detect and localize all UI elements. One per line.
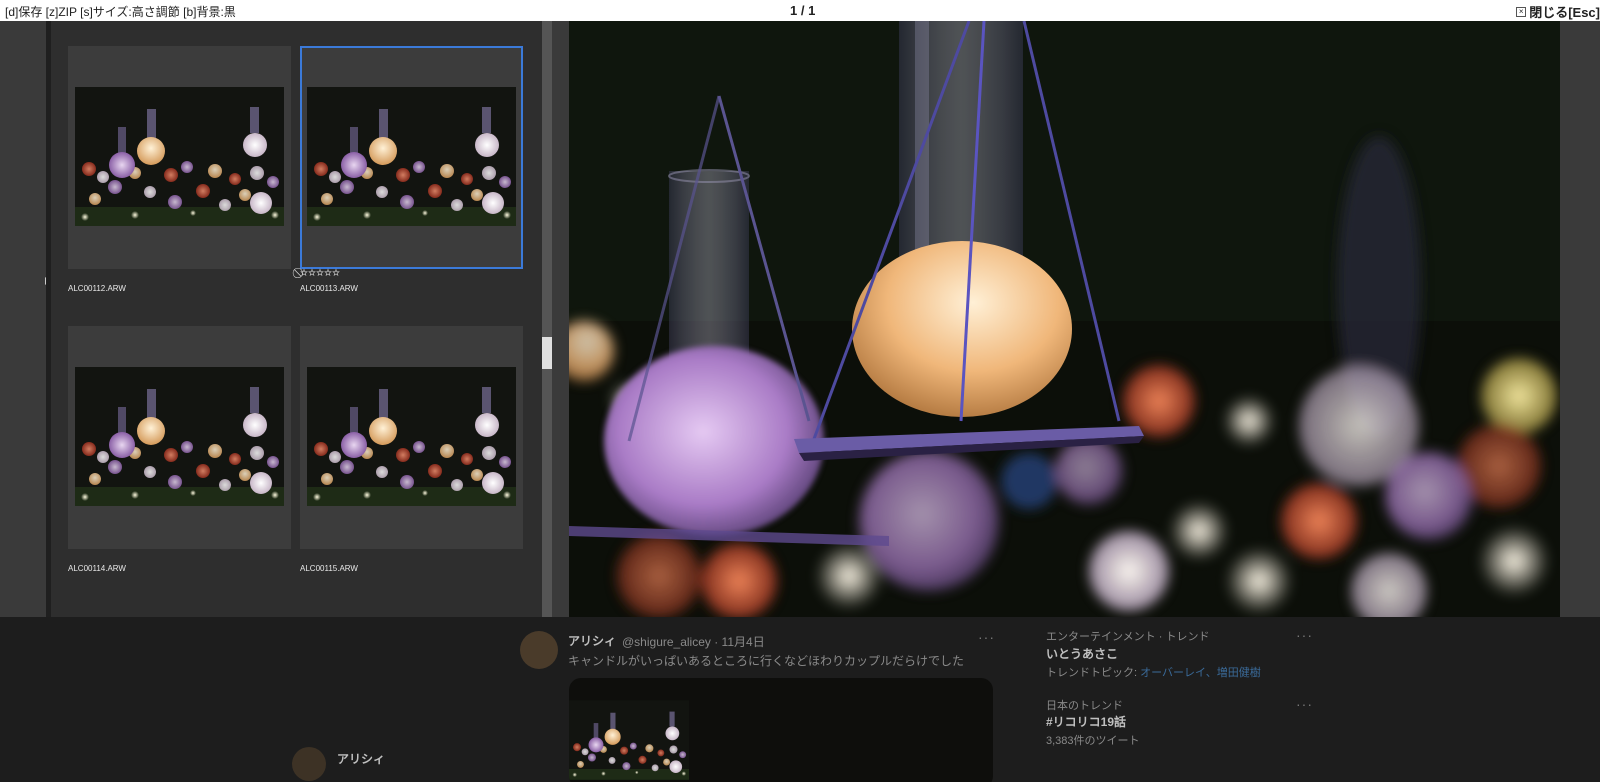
trend-topic: トレンドトピック: オーバーレイ、増田健樹 [1046,667,1261,679]
viewer-right-margin [1560,21,1600,617]
avatar [292,747,326,781]
keyboard-shortcut-hint: [d]保存 [z]ZIP [s]サイズ:高さ調節 [b]背景:黒 [5,5,236,19]
trend-title: #リコリコ19話 [1046,715,1127,729]
thumbnail-filename: ALC00115.ARW [300,564,358,573]
thumbnail-image [75,367,284,506]
image-counter: 1 / 1 [790,3,816,18]
thumbnail-grid-panel: ALC00112.ARW ⃠☆☆☆☆☆ ALC00113.ARW ALC0011… [46,21,552,617]
thumbnail-card-selected[interactable] [300,46,523,269]
thumbnail-image [307,87,516,226]
background-page: アリシィ @shigure_alicey · 11月4日 ··· キャンドルがい… [0,617,1600,782]
trend-count: 3,383件のツイート [1046,735,1140,747]
thumbnail-card[interactable] [68,326,291,549]
lantern-photo [569,21,1560,617]
tweet-media [569,678,993,782]
tweet-handle-date: @shigure_alicey · 11月4日 [622,635,765,649]
close-button[interactable]: × 閉じる[Esc] [1516,2,1600,21]
thumbnail-filename: ALC00112.ARW [68,284,126,293]
tweet-author: アリシィ [568,634,617,648]
thumbnail-filename: ALC00113.ARW [300,284,358,293]
thumbnail-card[interactable] [68,46,291,269]
rating-stars[interactable]: ⃠☆☆☆☆☆ [300,268,340,279]
trend-title: いとうあさこ [1046,647,1119,661]
tweet-author: アリシィ [337,752,386,766]
avatar [520,631,558,669]
tweet-text: キャンドルがいっぱいあるところに行くなどほわりカップルだらけでした [568,654,965,668]
more-icon: ··· [978,629,995,645]
thumbnail-image [75,87,284,226]
viewer-toolbar: [d]保存 [z]ZIP [s]サイズ:高さ調節 [b]背景:黒 1 / 1 ×… [0,0,1600,21]
thumbnail-image [307,367,516,506]
viewer-left-margin [0,21,46,617]
more-icon: ··· [1296,696,1313,712]
thumbnail-filename: ALC00114.ARW [68,564,126,573]
scrollbar-track[interactable] [542,21,552,617]
main-image [569,21,1560,617]
close-button-label: 閉じる[Esc] [1529,5,1600,20]
star-rating[interactable]: ☆☆☆☆☆ [300,268,340,279]
close-icon: × [1516,6,1527,17]
trend-category: エンターテインメント · トレンド [1046,631,1210,643]
trend-category: 日本のトレンド [1046,700,1123,712]
more-icon: ··· [1296,627,1313,643]
thumbnail-card[interactable] [300,326,523,549]
image-viewer: ALC00112.ARW ⃠☆☆☆☆☆ ALC00113.ARW ALC0011… [0,21,1600,617]
scrollbar-thumb[interactable] [542,337,552,369]
